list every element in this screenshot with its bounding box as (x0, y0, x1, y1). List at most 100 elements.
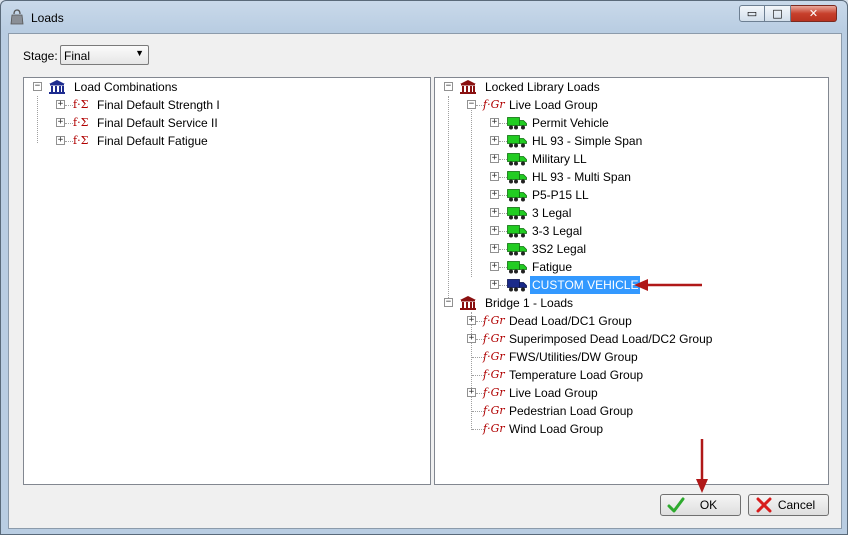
loads-tree[interactable]: − Locked Library Loads − f·Gr Live Load … (434, 77, 829, 485)
tree-node-load-combinations[interactable]: − Load Combinations (24, 78, 424, 96)
blue-truck-icon (507, 279, 527, 292)
tree-node-label: Dead Load/DC1 Group (509, 314, 632, 328)
tree-node-vehicle[interactable]: + HL 93 - Simple Span (435, 132, 825, 150)
tree-node-label: P5-P15 LL (532, 188, 589, 202)
expand-icon[interactable]: + (490, 226, 499, 235)
tree-line (499, 123, 507, 124)
expand-icon[interactable]: + (467, 316, 476, 325)
load-group-icon: f·Gr (483, 98, 505, 111)
tree-line (499, 159, 507, 160)
combination-icon: f·Σ (73, 134, 89, 147)
tree-node-load-group[interactable]: + f·Gr Dead Load/DC1 Group (435, 312, 825, 330)
tree-node-combination[interactable]: + f·Σ Final Default Fatigue (24, 132, 424, 150)
tree-node-load-group[interactable]: f·Gr Temperature Load Group (435, 366, 825, 384)
loads-window: Loads ▭ □ ✕ Stage: Final ▼ − Load Combin… (0, 0, 848, 535)
tree-node-label: HL 93 - Simple Span (532, 134, 643, 148)
tree-node-label: Final Default Strength I (97, 98, 220, 112)
tree-line (499, 213, 507, 214)
tree-node-label: 3S2 Legal (532, 242, 587, 256)
tree-node-label: 3 Legal (532, 206, 572, 220)
expand-icon[interactable]: + (490, 190, 499, 199)
tree-node-load-group[interactable]: f·Gr Pedestrian Load Group (435, 402, 825, 420)
green-truck-icon (507, 171, 527, 184)
tree-node-combination[interactable]: + f·Σ Final Default Strength I (24, 96, 424, 114)
expand-icon[interactable]: + (490, 154, 499, 163)
collapse-icon[interactable]: − (444, 298, 453, 307)
expand-icon[interactable]: + (56, 118, 65, 127)
tree-node-label: Pedestrian Load Group (509, 404, 634, 418)
load-combinations-tree[interactable]: − Load Combinations + f·Σ Final Default … (23, 77, 431, 485)
tree-node-label: Bridge 1 - Loads (485, 296, 574, 310)
tree-node-vehicle[interactable]: + CUSTOM VEHICLE (435, 276, 825, 294)
stage-dropdown[interactable]: Final ▼ (60, 45, 149, 65)
expand-icon[interactable]: + (490, 244, 499, 253)
expand-icon[interactable]: + (56, 100, 65, 109)
title-bar[interactable]: Loads ▭ □ ✕ (1, 1, 847, 33)
bank-icon (460, 296, 476, 310)
combination-icon: f·Σ (73, 116, 89, 129)
green-truck-icon (507, 261, 527, 274)
tree-node-locked-library[interactable]: − Locked Library Loads (435, 78, 825, 96)
bank-icon (49, 80, 65, 94)
tree-node-load-group[interactable]: f·Gr Wind Load Group (435, 420, 825, 438)
green-truck-icon (507, 207, 527, 220)
tree-line (499, 249, 507, 250)
collapse-icon[interactable]: − (467, 100, 476, 109)
tree-node-label: CUSTOM VEHICLE (530, 276, 641, 294)
expand-icon[interactable]: + (490, 262, 499, 271)
expand-icon[interactable]: + (490, 280, 499, 289)
expand-icon[interactable]: + (490, 136, 499, 145)
collapse-icon[interactable]: − (33, 82, 42, 91)
tree-node-label: Military LL (532, 152, 587, 166)
tree-node-label: Superimposed Dead Load/DC2 Group (509, 332, 713, 346)
tree-node-label: HL 93 - Multi Span (532, 170, 631, 184)
tree-node-label: Temperature Load Group (509, 368, 644, 382)
tree-node-load-group[interactable]: f·Gr FWS/Utilities/DW Group (435, 348, 825, 366)
minimize-button[interactable]: ▭ (739, 5, 765, 22)
expand-icon[interactable]: + (467, 334, 476, 343)
expand-icon[interactable]: + (467, 388, 476, 397)
minimize-icon: ▭ (746, 7, 758, 20)
tree-node-vehicle[interactable]: + HL 93 - Multi Span (435, 168, 825, 186)
collapse-icon[interactable]: − (444, 82, 453, 91)
tree-line (499, 195, 507, 196)
tree-line (499, 177, 507, 178)
tree-line (65, 105, 73, 106)
tree-line (499, 141, 507, 142)
tree-node-load-group[interactable]: + f·Gr Superimposed Dead Load/DC2 Group (435, 330, 825, 348)
chevron-down-icon: ▼ (135, 48, 144, 58)
close-button[interactable]: ✕ (791, 5, 837, 22)
tree-node-vehicle[interactable]: + Permit Vehicle (435, 114, 825, 132)
tree-node-label: Final Default Fatigue (97, 134, 208, 148)
load-group-icon: f·Gr (483, 314, 505, 327)
annotation-arrow (696, 439, 708, 493)
maximize-button[interactable]: □ (765, 5, 791, 22)
cancel-button[interactable]: Cancel (748, 494, 829, 516)
tree-node-combination[interactable]: + f·Σ Final Default Service II (24, 114, 424, 132)
tree-node-vehicle[interactable]: + Fatigue (435, 258, 825, 276)
tree-node-label: Fatigue (532, 260, 573, 274)
maximize-icon: □ (772, 7, 783, 20)
load-group-icon: f·Gr (483, 386, 505, 399)
expand-icon[interactable]: + (490, 118, 499, 127)
tree-node-label: Wind Load Group (509, 422, 604, 436)
stage-label: Stage: (23, 49, 58, 63)
tree-node-vehicle[interactable]: +3 Legal (435, 204, 825, 222)
expand-icon[interactable]: + (490, 172, 499, 181)
tree-node-label: Locked Library Loads (485, 80, 600, 94)
load-group-icon: f·Gr (483, 350, 505, 363)
ok-button[interactable]: OK (660, 494, 741, 516)
tree-node-vehicle[interactable]: + P5-P15 LL (435, 186, 825, 204)
expand-icon[interactable]: + (490, 208, 499, 217)
tree-node-vehicle[interactable]: +3-3 Legal (435, 222, 825, 240)
tree-node-load-group[interactable]: + f·Gr Live Load Group (435, 384, 825, 402)
green-truck-icon (507, 189, 527, 202)
green-truck-icon (507, 117, 527, 130)
tree-node-live-load-group[interactable]: − f·Gr Live Load Group (435, 96, 825, 114)
green-truck-icon (507, 135, 527, 148)
tree-node-bridge-loads[interactable]: − Bridge 1 - Loads (435, 294, 825, 312)
expand-icon[interactable]: + (56, 136, 65, 145)
tree-node-vehicle[interactable]: + Military LL (435, 150, 825, 168)
tree-node-vehicle[interactable]: +3S2 Legal (435, 240, 825, 258)
tree-line (65, 141, 73, 142)
